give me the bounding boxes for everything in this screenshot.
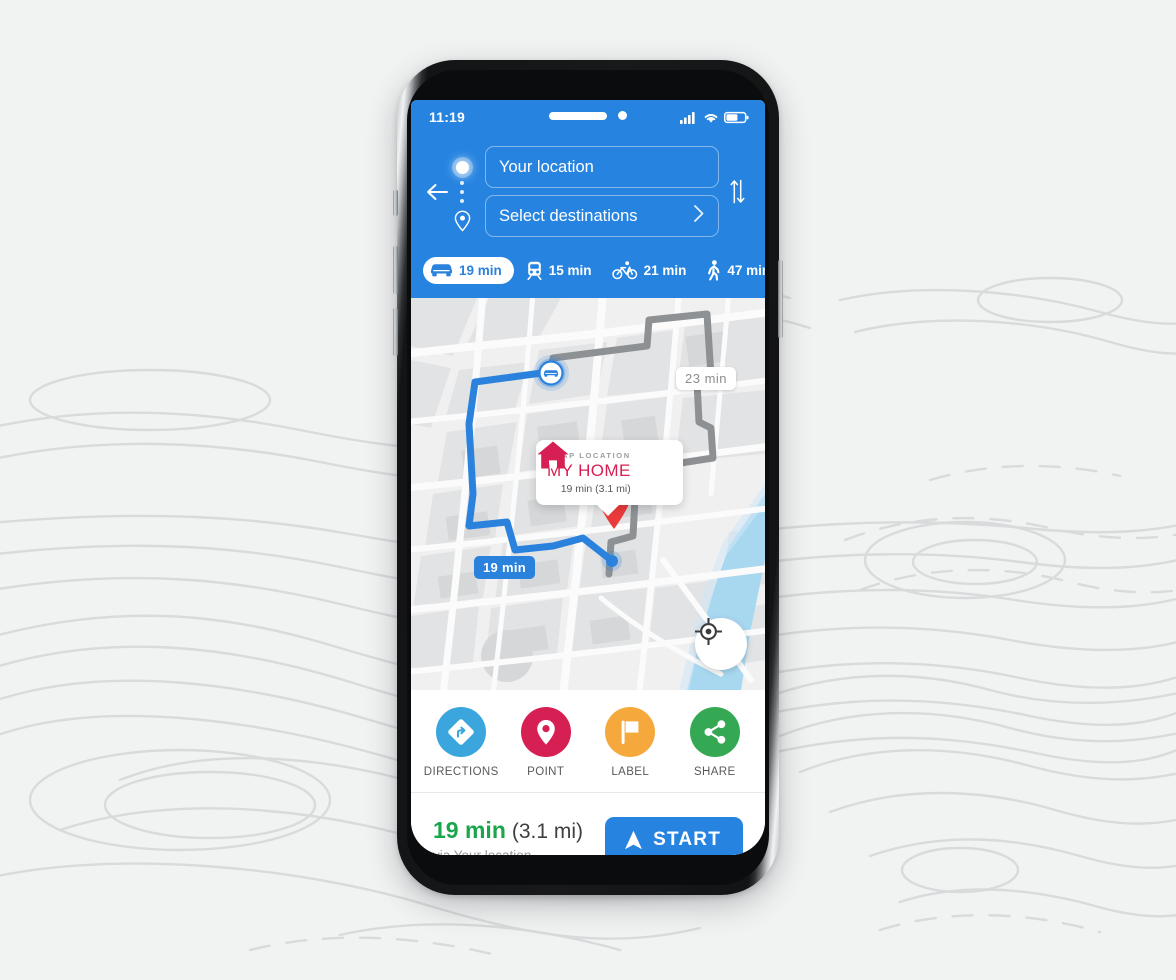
- action-label[interactable]: LABEL: [588, 707, 673, 778]
- phone-screen: 11:19 Your location Select destinations …: [411, 100, 765, 855]
- action-share[interactable]: SHARE: [673, 707, 758, 778]
- start-navigation-button[interactable]: START: [605, 817, 743, 855]
- start-button-label: START: [653, 829, 721, 850]
- signal-bars-icon: [680, 111, 695, 124]
- phone-device: 11:19 Your location Select destinations …: [383, 60, 793, 906]
- action-share-circle: [689, 707, 740, 757]
- front-camera-icon: [618, 111, 627, 120]
- action-label-label: LABEL: [611, 766, 650, 778]
- info-card-subtitle: 19 min (3.1 mi): [560, 483, 631, 495]
- chevron-right-icon: [693, 204, 705, 228]
- travel-mode-train-duration: 15 min: [548, 263, 592, 278]
- eta-distance: (3.1 mi): [511, 820, 584, 843]
- origin-dot-icon: [455, 160, 469, 174]
- route-endpoints-indicator: [449, 152, 475, 232]
- locate-me-button[interactable]: [695, 618, 747, 670]
- route-fields: Your location Select destinations: [485, 146, 719, 237]
- swap-vertical-icon: [729, 179, 745, 204]
- status-bar: 11:19: [411, 100, 765, 134]
- map-pin-outline-icon: [454, 210, 470, 232]
- travel-modes-bar: 19 min 15 min 21 min 47 mi: [411, 251, 765, 298]
- silence-switch-button[interactable]: [393, 190, 398, 216]
- bicycle-icon: [611, 261, 638, 280]
- action-point-label: POINT: [527, 766, 565, 778]
- origin-input-value: Your location: [499, 157, 594, 176]
- action-label-circle: [605, 707, 656, 757]
- map-view[interactable]: 23 min 19 min MAP LOCATION MY HOME 19 mi…: [411, 298, 765, 690]
- destination-input-value: Select destinations: [499, 206, 638, 225]
- back-arrow-icon: [427, 183, 448, 200]
- action-directions[interactable]: DIRECTIONS: [419, 707, 504, 778]
- map-location-info-card[interactable]: MAP LOCATION MY HOME 19 min (3.1 mi): [536, 440, 683, 516]
- alternate-route-badge[interactable]: 23 min: [676, 367, 737, 390]
- route-connector-dot: [460, 198, 464, 203]
- car-icon: [430, 262, 453, 279]
- origin-input[interactable]: Your location: [485, 146, 719, 188]
- route-duration-badge[interactable]: 19 min: [474, 556, 535, 579]
- directions-arrow-icon: [448, 719, 475, 745]
- eta-duration: 19 min: [433, 817, 506, 843]
- map-pin-icon: [536, 720, 555, 745]
- tram-icon: [526, 261, 543, 280]
- status-icons: [680, 111, 749, 124]
- notch-cluster: [549, 111, 627, 120]
- power-button[interactable]: [778, 260, 783, 338]
- action-share-label: SHARE: [693, 766, 736, 778]
- travel-mode-train[interactable]: 15 min: [518, 256, 600, 285]
- action-buttons-row: DIRECTIONS POINT LABEL SHARE: [411, 690, 765, 793]
- crosshair-target-icon: [695, 618, 722, 645]
- eta-via: via Your location...: [433, 848, 583, 855]
- status-time: 11:19: [429, 109, 466, 125]
- travel-mode-car-duration: 19 min: [459, 263, 502, 278]
- swap-endpoints-button[interactable]: [723, 178, 751, 205]
- eta-line: 19 min (3.1 mi): [433, 817, 583, 844]
- volume-down-button[interactable]: [393, 308, 398, 356]
- destination-input[interactable]: Select destinations: [485, 195, 719, 237]
- travel-mode-car[interactable]: 19 min: [423, 257, 514, 284]
- home-icon: [537, 441, 569, 469]
- flag-icon: [621, 720, 639, 744]
- action-point-circle: [520, 707, 571, 757]
- walk-icon: [706, 260, 721, 281]
- travel-mode-bike[interactable]: 21 min: [604, 256, 695, 285]
- speaker-grille: [549, 111, 607, 120]
- route-summary-bar: 19 min (3.1 mi) via Your location... STA…: [411, 793, 765, 855]
- car-marker-icon: [533, 355, 569, 391]
- action-point[interactable]: POINT: [504, 707, 589, 778]
- navigation-arrow-icon: [625, 830, 643, 850]
- volume-up-button[interactable]: [393, 246, 398, 294]
- route-connector-dot: [460, 180, 464, 185]
- eta-block: 19 min (3.1 mi) via Your location...: [433, 817, 583, 855]
- travel-mode-bike-duration: 21 min: [643, 263, 687, 278]
- wifi-icon: [704, 113, 718, 123]
- travel-mode-walk[interactable]: 47 min: [698, 255, 765, 286]
- back-button[interactable]: [425, 183, 449, 201]
- route-search-header: Your location Select destinations: [411, 134, 765, 251]
- action-directions-circle: [436, 707, 487, 757]
- action-directions-label: DIRECTIONS: [423, 766, 499, 778]
- route-connector-dot: [460, 189, 464, 194]
- travel-mode-walk-duration: 47 min: [727, 263, 765, 278]
- share-nodes-icon: [704, 720, 726, 744]
- battery-icon: [724, 111, 749, 123]
